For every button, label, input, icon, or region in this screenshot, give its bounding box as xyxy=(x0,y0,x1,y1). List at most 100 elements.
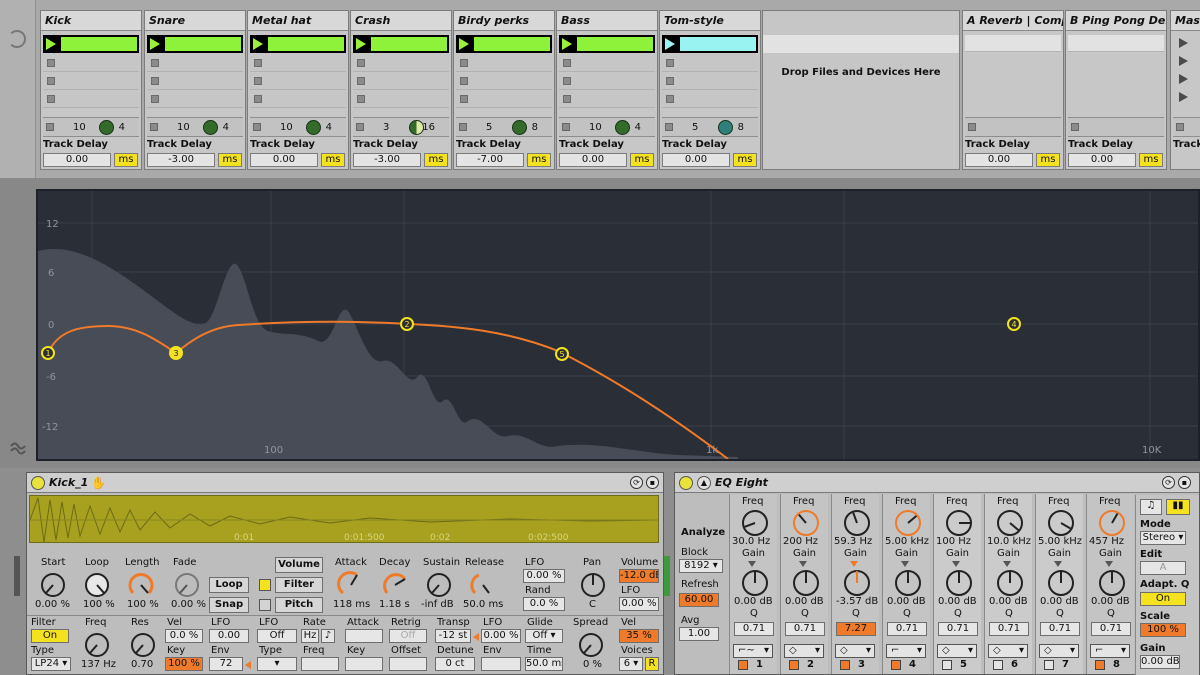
expand-icon[interactable]: ▲ xyxy=(697,476,711,490)
release-knob[interactable] xyxy=(469,571,497,602)
delay-unit-button[interactable]: ms xyxy=(218,153,242,167)
eq-save-preset-icon[interactable]: ▪ xyxy=(1178,476,1191,489)
lfo-key-value[interactable] xyxy=(345,657,383,671)
clip-slot[interactable] xyxy=(147,91,243,108)
scene-launch-4[interactable] xyxy=(1173,89,1200,106)
track-name[interactable]: Birdy perks xyxy=(454,11,554,31)
eq-spectrum-display[interactable]: 12 6 0 -6 -12 100 1k 10K 1 3 2 5 4 xyxy=(36,189,1200,461)
clip-slot[interactable] xyxy=(456,55,552,72)
clip-slot-playing[interactable] xyxy=(559,35,655,53)
clip-slot-playing[interactable] xyxy=(43,35,139,53)
track-delay-value[interactable]: 0.00 xyxy=(662,153,730,167)
start-knob[interactable] xyxy=(39,571,67,602)
rate-note-button[interactable]: ♪ xyxy=(321,629,335,643)
band-filter-type-select[interactable]: ◇ ▾ xyxy=(988,644,1028,658)
track-activator[interactable] xyxy=(459,123,467,131)
band-q-value[interactable]: 0.71 xyxy=(1091,622,1131,636)
eq-point-1[interactable]: 1 xyxy=(41,346,55,360)
sustain-knob[interactable] xyxy=(425,571,453,602)
band-q-value[interactable]: 0.71 xyxy=(785,622,825,636)
band-filter-type-select[interactable]: ◇ ▾ xyxy=(937,644,977,658)
band-on-toggle[interactable] xyxy=(738,660,748,670)
key-value[interactable]: 100 % xyxy=(165,657,203,671)
track-delay-value[interactable]: 0.00 xyxy=(43,153,111,167)
refresh-value[interactable]: 60.00 xyxy=(679,593,719,607)
delay-unit-button[interactable]: ms xyxy=(733,153,757,167)
decay-knob[interactable] xyxy=(381,571,409,602)
track-4[interactable]: Crash 3 16 Track Delay -3.00 ms xyxy=(350,10,452,170)
track-name[interactable]: Crash xyxy=(351,11,451,31)
band-q-value[interactable]: 0.71 xyxy=(938,622,978,636)
return-track-name[interactable]: A Reverb | Comp xyxy=(963,11,1063,31)
fade-knob[interactable] xyxy=(173,571,201,602)
filter-toggle[interactable]: On xyxy=(31,629,69,643)
band-on-toggle[interactable] xyxy=(942,660,952,670)
band-on-toggle[interactable] xyxy=(993,660,1003,670)
band-on-toggle[interactable] xyxy=(840,660,850,670)
delay-unit-button[interactable]: ms xyxy=(1139,153,1163,167)
band-q-value[interactable]: 0.71 xyxy=(734,622,774,636)
track-7[interactable]: Tom-style 5 8 Track Delay 0.00 ms xyxy=(659,10,761,170)
track-delay-value[interactable]: -3.00 xyxy=(353,153,421,167)
clip-slot[interactable] xyxy=(250,91,346,108)
delay-unit-button[interactable]: ms xyxy=(630,153,654,167)
scale-value[interactable]: 100 % xyxy=(1140,623,1186,637)
spectrum-toggle-icon[interactable]: ▮▮ xyxy=(1166,499,1190,515)
simpler-power-button[interactable] xyxy=(31,476,45,490)
clip-slot-playing[interactable] xyxy=(147,35,243,53)
filter-lfo-value[interactable]: 0.00 xyxy=(209,629,249,643)
lfo-attack-value[interactable] xyxy=(345,629,383,643)
clip-slot-playing[interactable] xyxy=(250,35,346,53)
track-activator[interactable] xyxy=(356,123,364,131)
track-delay-value[interactable]: 0.00 xyxy=(250,153,318,167)
lfo2-toggle[interactable]: Off xyxy=(257,629,297,643)
rate-hz-button[interactable]: Hz xyxy=(301,629,319,643)
save-preset-icon[interactable]: ▪ xyxy=(646,476,659,489)
track-name[interactable]: Snare xyxy=(145,11,245,31)
clip-slot[interactable] xyxy=(662,73,758,90)
track-name[interactable]: Kick xyxy=(41,11,141,31)
clip-slot[interactable] xyxy=(456,91,552,108)
track-1[interactable]: Kick 10 4 Track Delay 0.00 ms xyxy=(40,10,142,170)
clip-slot[interactable] xyxy=(353,55,449,72)
track-6[interactable]: Bass 10 4 Track Delay 0.00 ms xyxy=(556,10,658,170)
loop-button[interactable]: Loop xyxy=(209,577,249,593)
scene-launch-3[interactable] xyxy=(1173,71,1200,88)
return-track-name[interactable]: B Ping Pong Del xyxy=(1066,11,1166,31)
rate-freq-value[interactable] xyxy=(301,657,339,671)
loop-knob[interactable] xyxy=(83,571,111,602)
edit-value[interactable]: A xyxy=(1140,561,1186,575)
clip-slot-playing[interactable] xyxy=(353,35,449,53)
band-on-toggle[interactable] xyxy=(789,660,799,670)
track-delay-value[interactable]: -3.00 xyxy=(147,153,215,167)
band-filter-type-select[interactable]: ◇ ▾ xyxy=(835,644,875,658)
clip-slot[interactable] xyxy=(353,73,449,90)
master-track[interactable]: Mas Track xyxy=(1170,10,1200,170)
detune-value[interactable]: 0 ct xyxy=(435,657,475,671)
scene-launch-2[interactable] xyxy=(1173,53,1200,70)
band-filter-type-select[interactable]: ⌐~ ▾ xyxy=(733,644,773,658)
retrig-toggle[interactable]: Off xyxy=(389,629,427,643)
headphones-icon[interactable]: ♫ xyxy=(1140,499,1162,515)
clip-slot[interactable] xyxy=(456,73,552,90)
return-activator[interactable] xyxy=(968,123,976,131)
band-q-value[interactable]: 0.71 xyxy=(1040,622,1080,636)
attack-knob[interactable] xyxy=(337,571,365,602)
eq-hot-swap-icon[interactable]: ⟳ xyxy=(1162,476,1175,489)
band-filter-type-select[interactable]: ⌐ ▾ xyxy=(1090,644,1130,658)
vel2-value[interactable]: 35 % xyxy=(619,629,659,643)
band-filter-type-select[interactable]: ⌐ ▾ xyxy=(886,644,926,658)
volume-select-led[interactable] xyxy=(259,579,271,591)
track-delay-value[interactable]: 0.00 xyxy=(1068,153,1136,167)
pitch-select-led[interactable] xyxy=(259,599,271,611)
band-filter-type-select[interactable]: ◇ ▾ xyxy=(784,644,824,658)
send-knob[interactable] xyxy=(615,120,630,135)
glide-time-value[interactable]: 50.0 ms xyxy=(525,657,563,671)
clip-slot-playing[interactable] xyxy=(456,35,552,53)
band-q-value[interactable]: 0.71 xyxy=(989,622,1029,636)
volume-lfo-value[interactable]: 0.00 % xyxy=(619,597,659,611)
track-name[interactable]: Bass xyxy=(557,11,657,31)
master-activator[interactable] xyxy=(1176,123,1184,131)
return-activator[interactable] xyxy=(1071,123,1079,131)
block-select[interactable]: 8192 ▾ xyxy=(679,559,723,573)
